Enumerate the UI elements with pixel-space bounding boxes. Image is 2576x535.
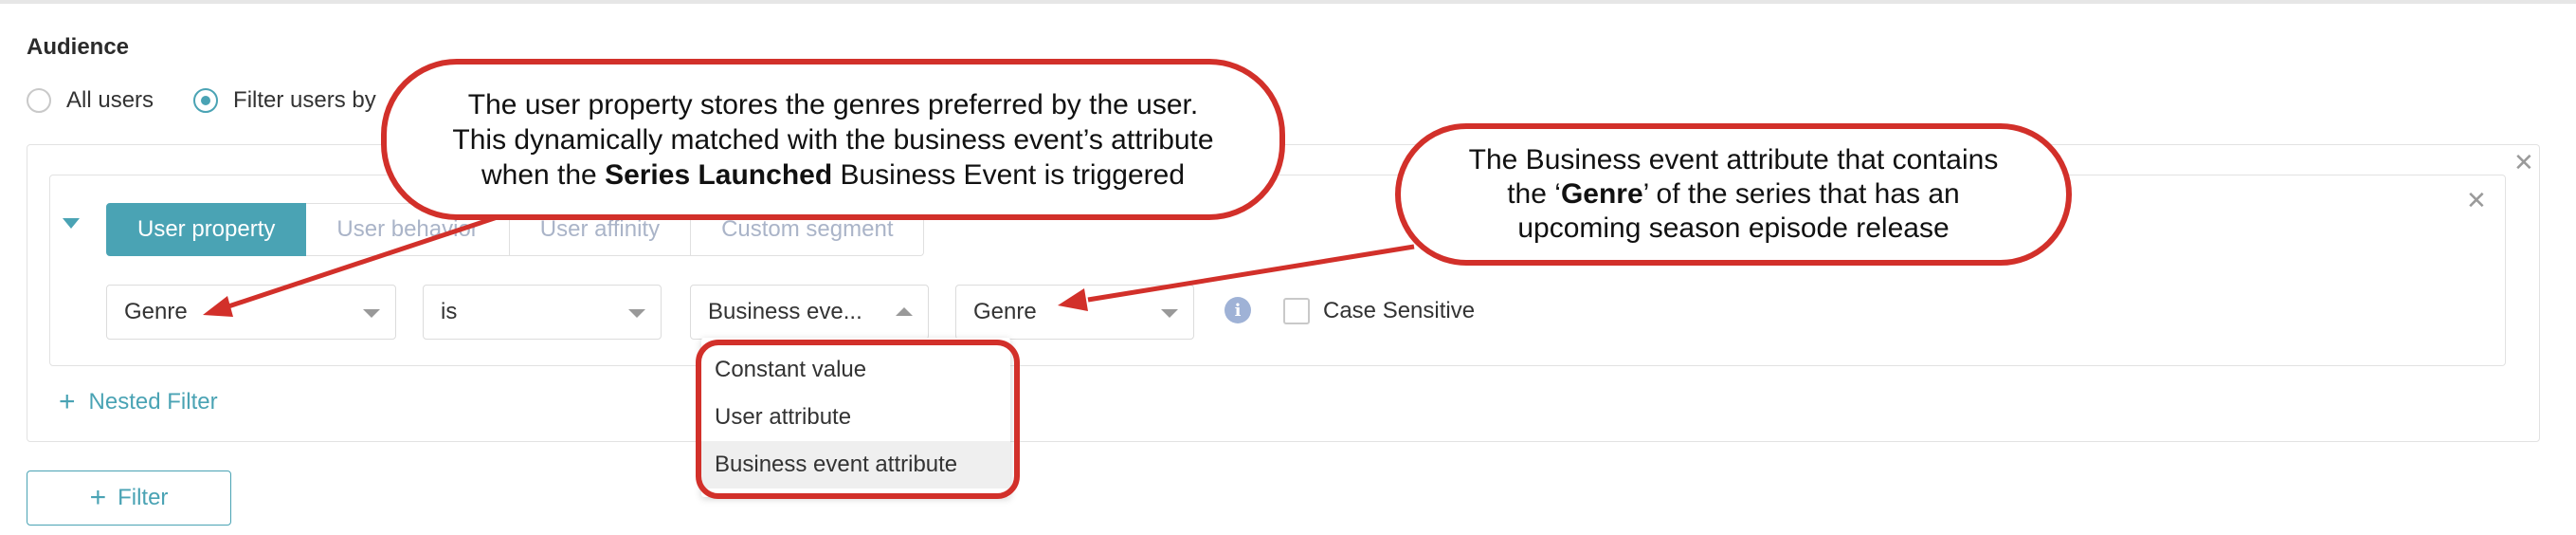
callout-left-line-1: The user property stores the genres pref… xyxy=(467,88,1199,120)
audience-radio-group: All users Filter users by xyxy=(27,87,416,114)
property-select[interactable]: Genre xyxy=(106,285,396,340)
value-type-select[interactable]: Business eve... xyxy=(690,285,929,340)
annotation-highlight-frame xyxy=(696,340,1020,499)
top-divider xyxy=(0,0,2576,4)
audience-title: Audience xyxy=(27,34,130,60)
callout-right-line-1: The Business event attribute that contai… xyxy=(1468,144,1999,175)
callout-right-line-3: upcoming season episode release xyxy=(1517,212,1950,244)
chevron-up-icon xyxy=(896,307,913,316)
all-users-label[interactable]: All users xyxy=(66,87,154,114)
info-icon[interactable]: i xyxy=(1225,297,1251,323)
plus-icon: + xyxy=(59,386,76,417)
callout-left-line-2: This dynamically matched with the busine… xyxy=(452,123,1214,156)
callout-right-line-2: the ‘Genre’ of the series that has an xyxy=(1507,178,1960,210)
value-type-select-value: Business eve... xyxy=(708,299,862,324)
callout-left-line-3: when the Series Launched Business Event … xyxy=(481,158,1186,191)
chevron-down-icon xyxy=(628,309,645,318)
close-icon[interactable]: ✕ xyxy=(2466,188,2487,212)
tab-user-property[interactable]: User property xyxy=(106,203,307,256)
operator-select-value: is xyxy=(441,299,458,324)
operator-select[interactable]: is xyxy=(423,285,662,340)
all-users-radio[interactable] xyxy=(27,88,51,113)
annotation-callout-user-property: The user property stores the genres pref… xyxy=(381,59,1285,220)
property-select-value: Genre xyxy=(124,299,188,324)
filter-users-label[interactable]: Filter users by xyxy=(233,87,376,114)
attribute-select-value: Genre xyxy=(973,299,1037,324)
case-sensitive-label[interactable]: Case Sensitive xyxy=(1323,298,1475,324)
filter-users-radio[interactable] xyxy=(193,88,219,113)
chevron-down-icon xyxy=(1161,309,1178,318)
case-sensitive-checkbox[interactable] xyxy=(1283,298,1310,324)
add-filter-label: Filter xyxy=(118,485,169,510)
attribute-select[interactable]: Genre xyxy=(955,285,1194,340)
caret-down-icon[interactable] xyxy=(63,218,80,229)
add-filter-button[interactable]: + Filter xyxy=(27,470,231,526)
plus-icon: + xyxy=(89,482,107,513)
nested-filter-link[interactable]: + Nested Filter xyxy=(59,386,218,417)
chevron-down-icon xyxy=(363,309,380,318)
close-icon[interactable]: ✕ xyxy=(2513,150,2534,175)
annotation-callout-event-attribute: The Business event attribute that contai… xyxy=(1395,123,2072,266)
nested-filter-label: Nested Filter xyxy=(88,389,218,415)
